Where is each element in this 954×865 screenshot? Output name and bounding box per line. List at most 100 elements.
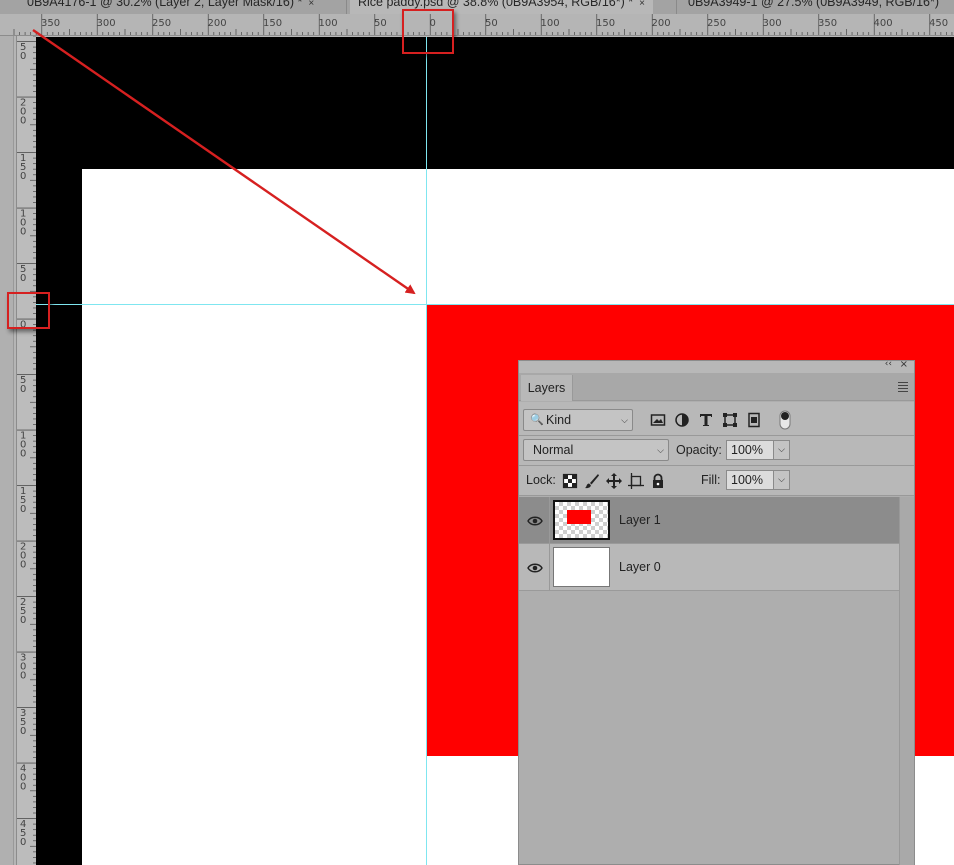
vertical-ruler[interactable]: 5020015010050050100150200250300350400450: [0, 36, 36, 865]
ruler-label: 200: [208, 18, 227, 29]
tab-label: 0B9A3949-1 @ 27.5% (0B9A3949, RGB/16*): [688, 0, 940, 9]
ruler-label: 200: [20, 542, 26, 571]
document-tab-0b9a3949[interactable]: 0B9A3949-1 @ 27.5% (0B9A3949, RGB/16*): [688, 0, 939, 14]
ruler-label: 100: [541, 18, 560, 29]
ruler-label: 200: [20, 98, 26, 127]
thumbnail-red-shape: [567, 510, 591, 524]
layer-thumbnail[interactable]: [553, 500, 610, 540]
lock-position-icon[interactable]: [606, 473, 622, 489]
document-tab-rice-paddy[interactable]: Rice paddy.psd @ 38.8% (0B9A3954, RGB/16…: [350, 0, 653, 14]
image-filter-icon[interactable]: [650, 412, 666, 428]
layers-panel-body: 🔍 Kind ⌵ Normal ⌵ Opacity: 100% ⌵ Lock: …: [519, 402, 914, 496]
ruler-label: 50: [485, 18, 498, 29]
shape-filter-icon[interactable]: [722, 412, 738, 428]
horizontal-guide[interactable]: [36, 304, 954, 305]
filter-kind-select[interactable]: 🔍 Kind ⌵: [523, 409, 633, 431]
lock-transparent-pixels-icon[interactable]: [562, 473, 578, 489]
ruler-label: 450: [929, 18, 948, 29]
fill-label: Fill:: [701, 473, 721, 487]
ruler-label: 50: [20, 375, 26, 395]
tab-label: Rice paddy.psd @ 38.8% (0B9A3954, RGB/16…: [358, 0, 634, 9]
visibility-eye-icon[interactable]: [527, 515, 543, 527]
ruler-label: 50: [20, 264, 26, 284]
ruler-label: 150: [596, 18, 615, 29]
document-tab-bar: 0B9A4176-1 @ 30.2% (Layer 2, Layer Mask/…: [0, 0, 954, 14]
visibility-column-divider: [549, 497, 550, 544]
ruler-label: 250: [707, 18, 726, 29]
vertical-ruler-scale: 5020015010050050100150200250300350400450: [16, 36, 36, 865]
ruler-label: 350: [20, 708, 26, 737]
document-tab-0b9a4176[interactable]: 0B9A4176-1 @ 30.2% (Layer 2, Layer Mask/…: [27, 0, 314, 14]
ruler-label: 150: [20, 486, 26, 515]
chevron-down-icon: ⌵: [657, 445, 664, 455]
layer-row-layer-0[interactable]: Layer 0: [519, 544, 899, 591]
filter-row: 🔍 Kind ⌵: [519, 402, 914, 436]
lock-fill-row: Lock: Fill: 100% ⌵: [519, 466, 914, 496]
panel-tab-row: Layers: [519, 373, 914, 401]
ruler-label: 400: [20, 764, 26, 793]
lock-image-pixels-icon[interactable]: [584, 473, 600, 489]
chevron-down-icon: ⌵: [621, 415, 628, 425]
search-icon: 🔍: [530, 414, 544, 426]
ruler-origin-highlight-left: [7, 292, 50, 329]
opacity-input[interactable]: 100%: [726, 440, 774, 460]
collapse-panel-icon[interactable]: ‹‹: [885, 359, 892, 369]
horizontal-ruler-ticks: 350 300 250 200 150 100 50 0 50 100 150 200 250 300 35…: [13, 14, 953, 35]
ruler-label: 300: [763, 18, 782, 29]
smart-object-filter-icon[interactable]: [746, 412, 762, 428]
blend-opacity-row: Normal ⌵ Opacity: 100% ⌵: [519, 436, 914, 466]
opacity-dropdown-button[interactable]: ⌵: [774, 440, 790, 460]
tab-label: 0B9A4176-1 @ 30.2% (Layer 2, Layer Mask/…: [27, 0, 303, 9]
vertical-guide[interactable]: [426, 37, 427, 865]
layer-thumbnail[interactable]: [553, 547, 610, 587]
lock-label: Lock:: [526, 473, 556, 487]
blend-mode-select[interactable]: Normal ⌵: [523, 439, 669, 461]
ruler-label: 50: [374, 18, 387, 29]
vertical-ruler-ticks: 5 02 0 01 5 01 0 05 005 01 0 01 5 02 0 02 5 03 0 03 5 04 0 04 5 0: [17, 36, 36, 864]
opacity-label: Opacity:: [676, 443, 722, 457]
blend-mode-value: Normal: [533, 443, 574, 457]
lock-all-icon[interactable]: [650, 473, 666, 489]
close-icon[interactable]: ×: [639, 0, 645, 9]
ruler-label: 100: [20, 209, 26, 238]
ruler-label: 150: [20, 153, 26, 182]
close-panel-icon[interactable]: ×: [900, 359, 908, 370]
visibility-column-divider: [549, 544, 550, 591]
ruler-origin-highlight-top: [402, 9, 454, 54]
layer-name[interactable]: Layer 1: [619, 513, 661, 527]
ruler-label: 200: [652, 18, 671, 29]
ruler-label: 350: [41, 18, 60, 29]
ruler-label: 300: [97, 18, 116, 29]
horizontal-ruler[interactable]: 350 300 250 200 150 100 50 0 50 100 150 200 250 300 35…: [0, 14, 954, 36]
tab-layers[interactable]: Layers: [521, 375, 573, 401]
fill-dropdown-button[interactable]: ⌵: [774, 470, 790, 490]
ruler-label: 100: [319, 18, 338, 29]
panel-menu-icon[interactable]: [898, 382, 908, 394]
ruler-label: 350: [818, 18, 837, 29]
visibility-eye-icon[interactable]: [527, 562, 543, 574]
layer-list: Layer 1 Layer 0: [519, 497, 899, 591]
ruler-label: 450: [20, 819, 26, 848]
lock-artboard-icon[interactable]: [628, 473, 644, 489]
toolbar-strip[interactable]: [0, 36, 14, 865]
ruler-label: 250: [20, 597, 26, 626]
filter-toggle-icon[interactable]: [778, 410, 792, 430]
panel-header-strip: ‹‹ ×: [519, 359, 914, 373]
ruler-label: 300: [20, 653, 26, 682]
ruler-label: 50: [20, 42, 26, 62]
tab-separator: [346, 0, 347, 14]
layers-panel: ‹‹ × Layers 🔍 Kind ⌵ Normal ⌵ Opacity: 1…: [518, 359, 915, 865]
ruler-label: 100: [20, 431, 26, 460]
layer-row-layer-1[interactable]: Layer 1: [519, 497, 899, 544]
tab-separator: [676, 0, 677, 14]
ruler-label: 400: [874, 18, 893, 29]
close-icon[interactable]: ×: [308, 0, 314, 9]
adjustment-filter-icon[interactable]: [674, 412, 690, 428]
layer-name[interactable]: Layer 0: [619, 560, 661, 574]
ruler-label: 150: [263, 18, 282, 29]
ruler-label: 250: [152, 18, 171, 29]
fill-input[interactable]: 100%: [726, 470, 774, 490]
type-filter-icon[interactable]: [698, 412, 714, 428]
filter-kind-label: Kind: [546, 413, 572, 427]
layer-list-scrollbar[interactable]: [899, 497, 914, 865]
